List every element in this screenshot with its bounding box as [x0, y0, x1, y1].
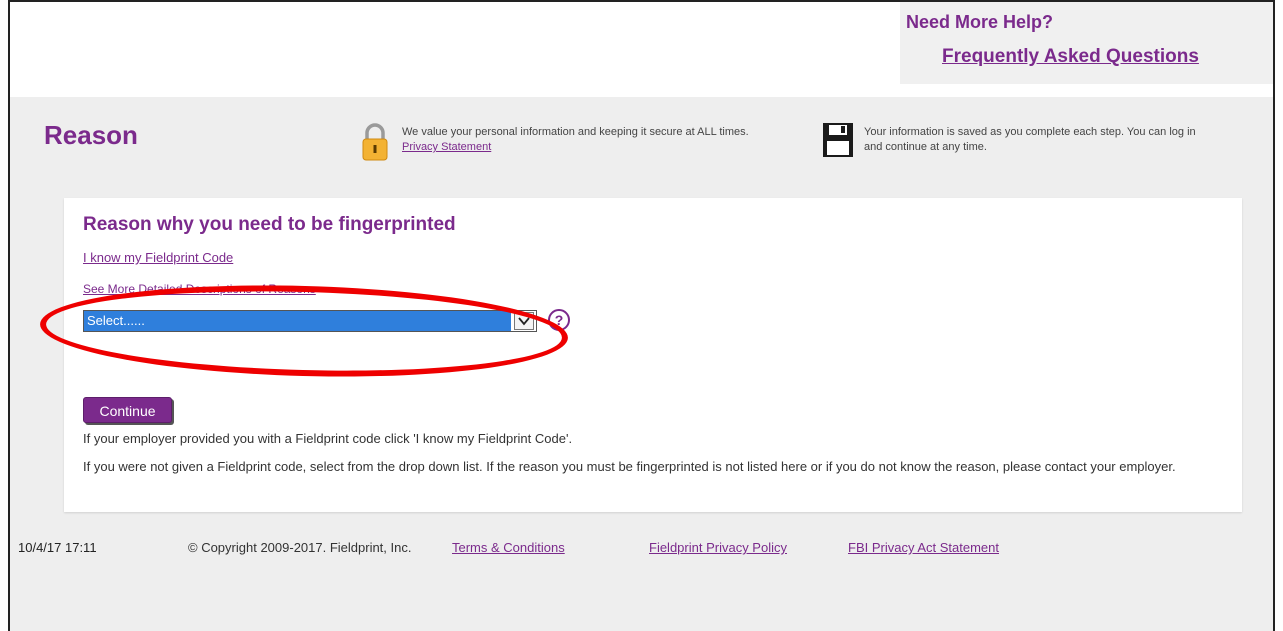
page-title: Reason	[44, 120, 138, 150]
footer-timestamp: 10/4/17 17:11	[18, 540, 97, 555]
reason-select-value: Select......	[84, 311, 511, 331]
faq-link[interactable]: Frequently Asked Questions	[942, 46, 1199, 68]
section-heading: Reason why you need to be fingerprinted	[83, 214, 456, 235]
help-question-icon[interactable]: ?	[548, 309, 570, 331]
save-disk-icon	[823, 123, 853, 157]
chevron-down-icon[interactable]	[514, 312, 534, 330]
detailed-descriptions-link[interactable]: See More Detailed Descriptions of Reason…	[83, 282, 316, 296]
know-fieldprint-code-link[interactable]: I know my Fieldprint Code	[83, 250, 233, 265]
terms-conditions-link[interactable]: Terms & Conditions	[452, 540, 565, 555]
continue-button[interactable]: Continue	[83, 397, 172, 423]
security-text: We value your personal information and k…	[402, 126, 749, 153]
privacy-statement-link[interactable]: Privacy Statement	[402, 141, 491, 153]
fieldprint-privacy-policy-link[interactable]: Fieldprint Privacy Policy	[649, 540, 787, 555]
save-notice: Your information is saved as you complet…	[822, 122, 1267, 162]
dropdown-instruction-text: If you were not given a Fieldprint code,…	[83, 459, 1176, 474]
lock-icon	[362, 123, 388, 161]
save-text: Your information is saved as you complet…	[864, 126, 1196, 153]
security-notice: We value your personal information and k…	[360, 122, 815, 162]
help-box: Need More Help? Frequently Asked Questio…	[900, 2, 1273, 84]
help-title: Need More Help?	[906, 12, 1054, 32]
reason-select[interactable]: Select......	[83, 310, 537, 332]
fbi-privacy-act-link[interactable]: FBI Privacy Act Statement	[848, 540, 999, 555]
header: Need More Help? Frequently Asked Questio…	[10, 2, 1273, 97]
footer-copyright: © Copyright 2009-2017. Fieldprint, Inc.	[188, 540, 412, 555]
code-instruction-text: If your employer provided you with a Fie…	[83, 431, 573, 446]
